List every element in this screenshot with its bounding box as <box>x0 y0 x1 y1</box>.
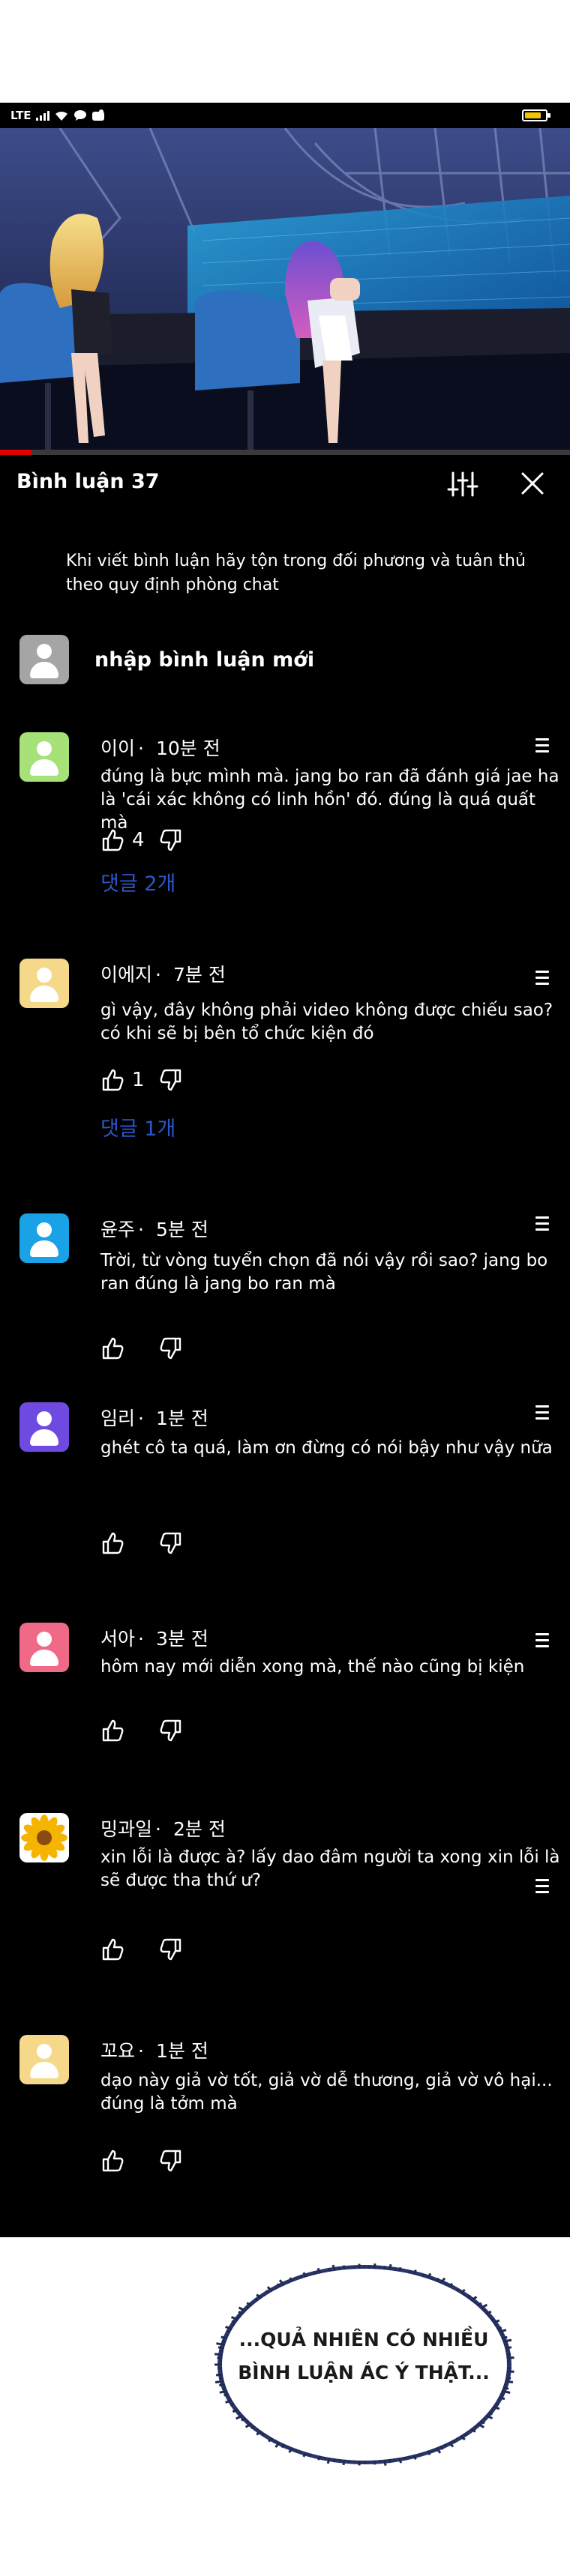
more-options-icon[interactable] <box>536 1405 549 1425</box>
more-options-icon[interactable] <box>536 1216 549 1236</box>
comment-text: dạo này giả vờ tốt, giả vờ dễ thương, gi… <box>100 2071 553 2114</box>
sunflower-icon <box>20 1815 69 1862</box>
comment-time: 1분 전 <box>155 2040 208 2062</box>
network-label: LTE <box>10 109 32 122</box>
comment-header: 서아 · 3분 전 <box>100 1628 208 1650</box>
avatar[interactable] <box>20 1213 69 1263</box>
avatar[interactable] <box>20 1623 69 1672</box>
dislike-icon[interactable] <box>159 1068 183 1092</box>
dislike-icon[interactable] <box>159 1719 183 1743</box>
comment-author[interactable]: 이에지 <box>100 964 152 986</box>
more-options-icon[interactable] <box>536 738 549 758</box>
comment-time: 2분 전 <box>172 1818 226 1840</box>
video-player[interactable] <box>0 128 570 455</box>
comment-header: 이이 · 10분 전 <box>100 737 220 759</box>
dislike-icon[interactable] <box>159 2149 183 2173</box>
dislike-icon[interactable] <box>159 1531 183 1555</box>
like-icon[interactable] <box>100 828 124 852</box>
like-count: 1 <box>132 1069 145 1091</box>
close-icon[interactable] <box>519 470 546 497</box>
like-icon[interactable] <box>100 1531 124 1555</box>
comment-text: Trời, từ vòng tuyển chọn đã nói vậy rồi … <box>100 1251 548 1294</box>
comment-header: 꼬요 · 1분 전 <box>100 2040 208 2062</box>
chat-notification-icon <box>74 110 86 121</box>
comment-actions <box>100 2149 183 2173</box>
comment-author[interactable]: 이이 <box>100 737 135 759</box>
comment-header: 윤주 · 5분 전 <box>100 1219 208 1240</box>
like-icon[interactable] <box>100 1719 124 1743</box>
comment-time: 5분 전 <box>155 1219 208 1240</box>
comment-time: 7분 전 <box>172 964 226 986</box>
view-replies-link[interactable]: 댓글 2개 <box>100 867 176 896</box>
more-options-icon[interactable] <box>536 1633 549 1653</box>
page-top-margin <box>0 0 570 103</box>
video-progress-bar[interactable] <box>0 450 570 455</box>
avatar[interactable] <box>20 1402 69 1452</box>
comment-actions: 1 <box>100 1068 183 1092</box>
comment-time: 1분 전 <box>155 1408 208 1429</box>
view-replies-link[interactable]: 댓글 1개 <box>100 1112 176 1141</box>
signal-icon <box>35 110 50 121</box>
avatar[interactable] <box>20 732 69 782</box>
panel-title: Bình luận 37 <box>16 469 160 493</box>
comment-author[interactable]: 서아 <box>100 1628 135 1650</box>
comment-text: xin lỗi là được à? lấy dao đâm người ta … <box>100 1847 560 1890</box>
like-icon[interactable] <box>100 1937 124 1961</box>
like-icon[interactable] <box>100 1068 124 1092</box>
comment-author[interactable]: 윤주 <box>100 1219 135 1240</box>
speech-bubble-line-1: ...QUẢ NHIÊN CÓ NHIỀU <box>238 2329 489 2350</box>
panel-header: Bình luận 37 <box>0 455 570 507</box>
comment-header: 이에지 · 7분 전 <box>100 964 226 986</box>
app-notification-icon <box>92 109 104 121</box>
dislike-icon[interactable] <box>159 1336 183 1360</box>
avatar[interactable] <box>20 959 69 1008</box>
avatar <box>20 635 69 684</box>
video-progress-fill <box>0 450 32 455</box>
speech-bubble-line-2: BÌNH LUẬN ÁC Ý THẬT... <box>238 2362 490 2383</box>
comment-actions <box>100 1937 183 1961</box>
like-icon[interactable] <box>100 1336 124 1360</box>
comment-text: hôm nay mới diễn xong mà, thế nào cũng b… <box>100 1657 525 1677</box>
avatar[interactable] <box>20 2035 69 2084</box>
comment-header: 밍과일 · 2분 전 <box>100 1818 226 1840</box>
comment-actions <box>100 1336 183 1360</box>
dislike-icon[interactable] <box>159 828 183 852</box>
comment-header: 임리 · 1분 전 <box>100 1408 208 1429</box>
comment-text: ghét cô ta quá, làm ơn đừng có nói bậy n… <box>100 1438 553 1458</box>
status-bar: LTE <box>0 103 570 128</box>
comment-author[interactable]: 밍과일 <box>100 1818 152 1840</box>
wifi-icon <box>55 111 68 121</box>
comment-text: đúng là bực mình mà. jang bo ran đã đánh… <box>100 767 560 833</box>
battery-icon <box>522 109 550 121</box>
comment-author[interactable]: 꼬요 <box>100 2040 135 2062</box>
comment-rules-notice: Khi viết bình luận hãy tộn trong đối phư… <box>66 552 526 594</box>
comment-time: 10분 전 <box>155 737 220 759</box>
speech-bubble-text: ...QUẢ NHIÊN CÓ NHIỀU BÌNH LUẬN ÁC Ý THẬ… <box>225 2323 502 2389</box>
comment-actions <box>100 1531 183 1555</box>
comment-actions: 4 <box>100 828 183 852</box>
sliders-icon[interactable] <box>447 471 478 497</box>
avatar[interactable] <box>20 1813 69 1862</box>
dislike-icon[interactable] <box>159 1937 183 1961</box>
comment-actions <box>100 1719 183 1743</box>
new-comment-input[interactable]: nhập bình luận mới <box>94 648 314 672</box>
new-comment-row[interactable]: nhập bình luận mới <box>20 635 314 684</box>
comment-author[interactable]: 임리 <box>100 1408 135 1429</box>
like-count: 4 <box>132 829 145 851</box>
comment-time: 3분 전 <box>155 1628 208 1650</box>
comment-text: gì vậy, đây không phải video không được … <box>100 1001 554 1043</box>
more-options-icon[interactable] <box>536 971 549 990</box>
like-icon[interactable] <box>100 2149 124 2173</box>
video-frame-illustration <box>0 128 570 455</box>
comments-panel: Bình luận 37 Khi viết bình luận hãy tộn … <box>0 455 570 2237</box>
battery-level <box>525 112 541 118</box>
